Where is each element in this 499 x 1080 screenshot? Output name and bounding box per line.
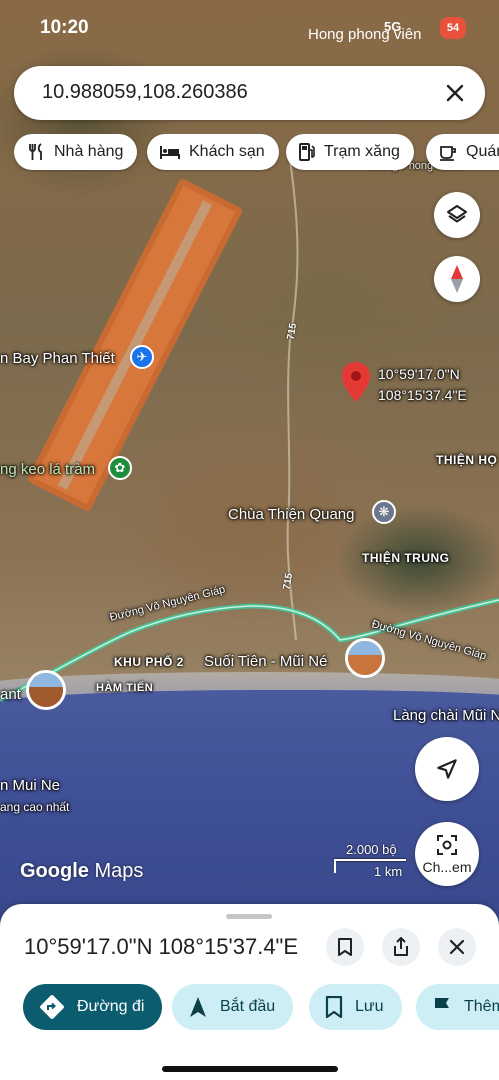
close-sheet-button[interactable] <box>438 928 476 966</box>
cao-nhat-label: ang cao nhất <box>0 800 70 814</box>
chip-cafes[interactable]: Quán <box>426 134 499 170</box>
airport-label: n Bay Phan Thiết <box>0 350 115 367</box>
thien-ho-label: THIỆN HỌ <box>436 453 498 467</box>
suoi-tien-label: Suối Tiên - Mũi Né <box>204 653 328 670</box>
google-maps-logo: Google Maps <box>20 860 144 882</box>
chip-gas-stations[interactable]: Trạm xăng <box>286 134 414 170</box>
sheet-drag-handle[interactable] <box>226 914 272 919</box>
bookmark-icon <box>338 938 352 956</box>
layers-icon <box>447 205 467 223</box>
ham-tien-label: HÀM TIẾN <box>96 682 154 694</box>
acacia-label: ng keo lá tràm <box>0 461 96 478</box>
restaurant-icon <box>29 143 42 160</box>
thien-trung-label: THIỆN TRUNG <box>362 551 450 565</box>
navigation-arrow-icon <box>190 997 206 1017</box>
scale-top-label: 2.000 bộ <box>346 842 397 857</box>
compass-icon <box>451 265 463 293</box>
lens-label: Ch...em <box>422 859 472 875</box>
chip-restaurants[interactable]: Nhà hàng <box>14 134 138 170</box>
lens-search-button[interactable]: Ch...em <box>415 822 479 886</box>
place-photo-thumbnail[interactable] <box>345 638 385 678</box>
camera-search-icon <box>437 835 457 855</box>
scale-bottom-label: 1 km <box>374 864 403 879</box>
place-bottom-sheet[interactable]: 10°59'17.0"N 108°15'37.4"E Đường đi Bắt … <box>0 904 499 1080</box>
chip-hotels[interactable]: Khách sạn <box>147 134 279 170</box>
compass-button[interactable] <box>434 256 480 302</box>
bookmark-icon <box>325 996 343 1018</box>
close-icon[interactable] <box>441 79 469 107</box>
temple-icon[interactable]: ❋ <box>372 500 396 524</box>
home-indicator <box>162 1066 338 1072</box>
place-title: 10°59'17.0"N 108°15'37.4"E <box>24 934 299 959</box>
place-photo-thumbnail[interactable] <box>26 670 66 710</box>
action-buttons: Đường đi Bắt đầu Lưu Thêm <box>0 984 499 1032</box>
category-chips: Nhà hàng Khách sạn Trạm xăng Quán <box>14 134 499 172</box>
battery-icon: 54 <box>440 17 466 39</box>
coffee-icon <box>440 146 456 161</box>
share-icon <box>394 937 408 956</box>
pin-lat-label: 10°59'17.0"N <box>378 366 460 382</box>
network-indicator: 5G <box>384 19 402 34</box>
lang-chai-label: Làng chài Mũi N <box>393 707 499 724</box>
park-icon[interactable]: ✿ <box>108 456 132 480</box>
share-button[interactable] <box>382 928 420 966</box>
status-bar: 10:20 Hong phong viên 5G 54 <box>0 0 499 56</box>
airport-icon[interactable]: ✈ <box>130 345 154 369</box>
directions-button[interactable]: Đường đi <box>23 984 163 1030</box>
status-time: 10:20 <box>40 17 89 38</box>
layers-button[interactable] <box>434 192 480 238</box>
ant-label: ant <box>0 686 21 703</box>
gas-station-icon <box>299 143 315 161</box>
start-button[interactable]: Bắt đầu <box>172 984 294 1030</box>
save-icon-button[interactable] <box>326 928 364 966</box>
save-button[interactable]: Lưu <box>309 984 402 1030</box>
my-location-button[interactable] <box>415 737 479 801</box>
status-place-label: Hong phong viên <box>308 26 422 43</box>
search-bar[interactable]: 10.988059,108.260386 <box>14 66 485 120</box>
location-pin-icon[interactable] <box>342 362 370 402</box>
hotel-icon <box>160 146 180 159</box>
map-scale: 2.000 bộ 1 km <box>334 842 406 880</box>
mui-ne-label: n Mui Ne <box>0 777 61 794</box>
khu-pho-label: KHU PHỐ 2 <box>114 655 184 669</box>
add-label-button[interactable]: Thêm <box>416 984 499 1030</box>
flag-icon <box>435 998 449 1017</box>
pin-lng-label: 108°15'37.4"E <box>378 387 467 403</box>
pagoda-label: Chùa Thiện Quang <box>228 506 355 523</box>
search-query[interactable]: 10.988059,108.260386 <box>42 81 248 104</box>
directions-icon <box>40 995 64 1019</box>
navigation-arrow-icon <box>437 759 457 779</box>
close-icon <box>449 939 465 955</box>
